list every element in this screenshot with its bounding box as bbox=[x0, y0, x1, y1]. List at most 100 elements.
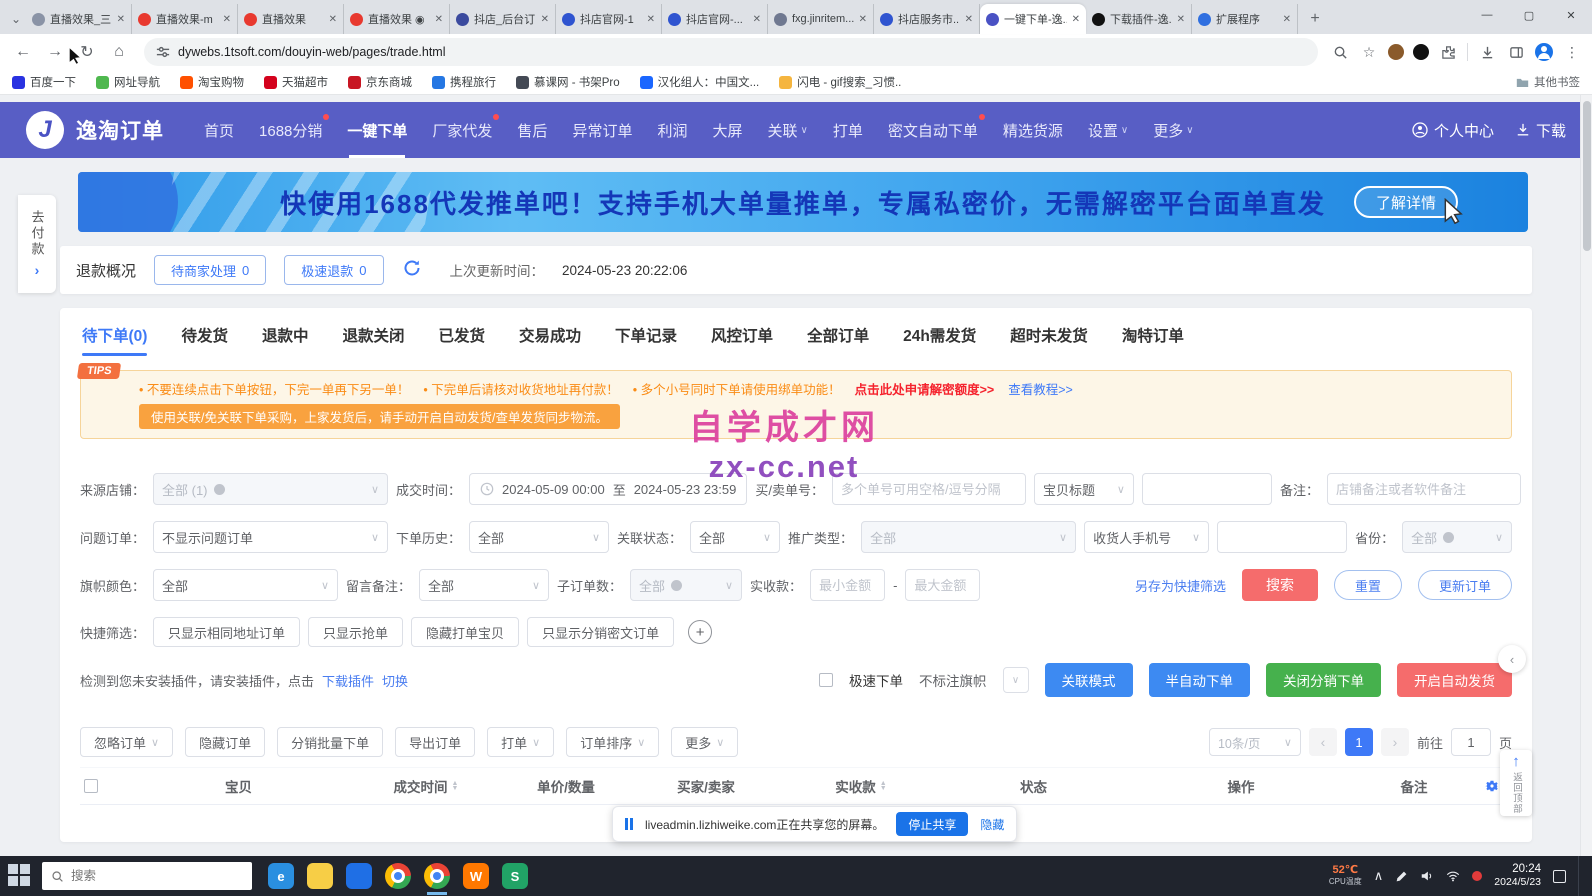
message-remark-select[interactable]: 全部 ∨ bbox=[419, 569, 549, 601]
page-size-select[interactable]: 10条/页 ∨ bbox=[1209, 728, 1301, 756]
order-status-tab[interactable]: 下单记录 bbox=[615, 314, 677, 356]
bookmark-item[interactable]: 慕课网 - 书架Pro bbox=[516, 74, 620, 90]
bookmark-item[interactable]: 携程旅行 bbox=[432, 74, 496, 90]
order-status-tab[interactable]: 待下单(0) bbox=[82, 314, 147, 356]
close-button[interactable]: ✕ bbox=[1550, 0, 1592, 30]
wifi-icon[interactable] bbox=[1446, 869, 1460, 883]
search-button[interactable]: 搜索 bbox=[1242, 569, 1318, 601]
sidebar-icon[interactable] bbox=[1506, 42, 1526, 62]
order-status-tab[interactable]: 待发货 bbox=[181, 314, 228, 356]
nav-menu-item[interactable]: 密文自动下单 bbox=[888, 102, 978, 158]
quick-filter-chip[interactable]: 只显示相同地址订单 bbox=[153, 617, 300, 647]
select-all-checkbox[interactable] bbox=[84, 779, 98, 793]
order-status-tab[interactable]: 已发货 bbox=[439, 314, 486, 356]
side-payment-tab[interactable]: 去付款 › bbox=[18, 195, 56, 293]
browser-tab[interactable]: 抖店官网-1 ✕ bbox=[556, 4, 662, 34]
prev-page-button[interactable]: ‹ bbox=[1309, 728, 1337, 756]
reset-button[interactable]: 重置 bbox=[1334, 570, 1402, 600]
table-column-header[interactable]: 买家/卖家 bbox=[631, 776, 781, 796]
browser-tab[interactable]: 一键下单-逸... ✕ bbox=[980, 4, 1086, 34]
nav-menu-item[interactable]: 更多 ∨ bbox=[1153, 102, 1193, 158]
quick-filter-chip[interactable]: 只显示抢单 bbox=[308, 617, 403, 647]
goto-page-input[interactable] bbox=[1451, 728, 1491, 756]
download-link[interactable]: 下载 bbox=[1516, 120, 1566, 141]
toolbar-button[interactable]: 导出订单 bbox=[395, 727, 475, 757]
profile-avatar[interactable] bbox=[1535, 43, 1553, 61]
browser-tab[interactable]: 抖店官网-... ✕ bbox=[662, 4, 768, 34]
pen-icon[interactable] bbox=[1395, 870, 1408, 883]
browser-tab[interactable]: 直播效果 ◉ ✕ bbox=[344, 4, 450, 34]
flag-select-caret[interactable]: ∨ bbox=[1003, 667, 1029, 693]
taskbar-app-icon[interactable] bbox=[385, 863, 411, 889]
hide-toast-link[interactable]: 隐藏 bbox=[980, 816, 1004, 833]
mode-button[interactable]: 半自动下单 bbox=[1149, 663, 1251, 697]
nav-menu-item[interactable]: 厂家代发 bbox=[432, 102, 492, 158]
sort-icon[interactable]: ▲▼ bbox=[880, 781, 887, 791]
order-status-tab[interactable]: 全部订单 bbox=[807, 314, 869, 356]
download-plugin-link[interactable]: 下载插件 bbox=[322, 671, 374, 690]
nav-menu-item[interactable]: 售后 bbox=[517, 102, 547, 158]
nav-menu-item[interactable]: 打单 bbox=[833, 102, 863, 158]
toolbar-button[interactable]: 忽略订单 ∨ bbox=[80, 727, 173, 757]
browser-tab[interactable]: 扩展程序 ✕ bbox=[1192, 4, 1298, 34]
tray-expand-icon[interactable]: ∧ bbox=[1374, 868, 1384, 884]
user-center-link[interactable]: 个人中心 bbox=[1412, 120, 1494, 141]
tab-close-icon[interactable]: ✕ bbox=[1177, 14, 1185, 25]
scrollbar[interactable] bbox=[1580, 95, 1592, 856]
nav-menu-item[interactable]: 首页 bbox=[204, 102, 234, 158]
phone-field-select[interactable]: 收货人手机号 ∨ bbox=[1084, 521, 1209, 553]
order-status-tab[interactable]: 退款关闭 bbox=[342, 314, 404, 356]
quick-filter-chip[interactable]: 隐藏打单宝贝 bbox=[411, 617, 519, 647]
add-filter-icon[interactable]: + bbox=[688, 620, 712, 644]
nav-menu-item[interactable]: 精选货源 bbox=[1003, 102, 1063, 158]
order-status-tab[interactable]: 退款中 bbox=[262, 314, 309, 356]
cpu-temp-widget[interactable]: 52℃ CPU温度 bbox=[1329, 865, 1362, 887]
toolbar-button[interactable]: 订单排序 ∨ bbox=[566, 727, 659, 757]
taskbar-search-input[interactable] bbox=[71, 869, 221, 883]
order-no-input[interactable] bbox=[832, 473, 1026, 505]
table-column-header[interactable]: 操作 bbox=[1126, 776, 1356, 796]
restore-button[interactable]: ▢ bbox=[1508, 0, 1550, 30]
toolbar-button[interactable]: 打单 ∨ bbox=[487, 727, 554, 757]
nav-menu-item[interactable]: 一键下单 bbox=[347, 102, 407, 158]
back-icon[interactable]: ← bbox=[10, 39, 36, 65]
taskbar-clock[interactable]: 20:24 2024/5/23 bbox=[1494, 863, 1541, 889]
table-column-header[interactable]: 状态 bbox=[941, 776, 1126, 796]
tab-close-icon[interactable]: ✕ bbox=[329, 14, 337, 25]
gear-icon[interactable] bbox=[1483, 777, 1501, 795]
table-column-header[interactable]: 备注 bbox=[1356, 776, 1472, 796]
speaker-icon[interactable] bbox=[1420, 869, 1434, 883]
mode-button[interactable]: 开启自动发货 bbox=[1397, 663, 1512, 697]
province-select[interactable]: 全部 ∨ bbox=[1402, 521, 1512, 553]
table-column-header[interactable]: 宝贝 bbox=[126, 776, 351, 796]
extensions-puzzle-icon[interactable] bbox=[1438, 42, 1458, 62]
browser-tab[interactable]: 下载插件-逸... ✕ bbox=[1086, 4, 1192, 34]
bookmark-item[interactable]: 天猫超市 bbox=[264, 74, 328, 90]
order-status-tab[interactable]: 24h需发货 bbox=[903, 314, 976, 356]
taskbar-app-icon[interactable] bbox=[346, 863, 372, 889]
nav-menu-item[interactable]: 设置 ∨ bbox=[1088, 102, 1128, 158]
fast-refund-button[interactable]: 极速退款 0 bbox=[284, 255, 383, 285]
nav-menu-item[interactable]: 大屏 bbox=[712, 102, 742, 158]
tutorial-link[interactable]: 查看教程>> bbox=[1008, 379, 1073, 398]
current-page-button[interactable]: 1 bbox=[1345, 728, 1373, 756]
bookmark-item[interactable]: 淘宝购物 bbox=[180, 74, 244, 90]
coin-extension-icon[interactable] bbox=[1413, 44, 1429, 60]
suborder-count-select[interactable]: 全部 ∨ bbox=[630, 569, 742, 601]
tab-close-icon[interactable]: ✕ bbox=[647, 14, 655, 25]
save-quick-filter-link[interactable]: 另存为快捷筛选 bbox=[1135, 576, 1226, 595]
browser-tab[interactable]: fxg.jinritem... ✕ bbox=[768, 4, 874, 34]
zoom-icon[interactable] bbox=[1330, 42, 1350, 62]
table-column-header[interactable]: 成交时间 ▲▼ bbox=[351, 776, 501, 796]
browser-tab[interactable]: 直播效果 ✕ bbox=[238, 4, 344, 34]
download-icon[interactable] bbox=[1477, 42, 1497, 62]
tab-close-icon[interactable]: ✕ bbox=[965, 14, 973, 25]
promo-banner[interactable]: 快使用1688代发推单吧！支持手机大单量推单，专属私密价，无需解密平台面单直发 … bbox=[78, 172, 1528, 232]
phone-input[interactable] bbox=[1217, 521, 1347, 553]
start-button[interactable] bbox=[8, 864, 32, 888]
tab-close-icon[interactable]: ✕ bbox=[117, 14, 125, 25]
browser-tab[interactable]: 直播效果_三 ✕ bbox=[26, 4, 132, 34]
toolbar-button[interactable]: 更多 ∨ bbox=[671, 727, 738, 757]
mode-button[interactable]: 关联模式 bbox=[1045, 663, 1133, 697]
new-tab-button[interactable]: + bbox=[1302, 6, 1328, 32]
